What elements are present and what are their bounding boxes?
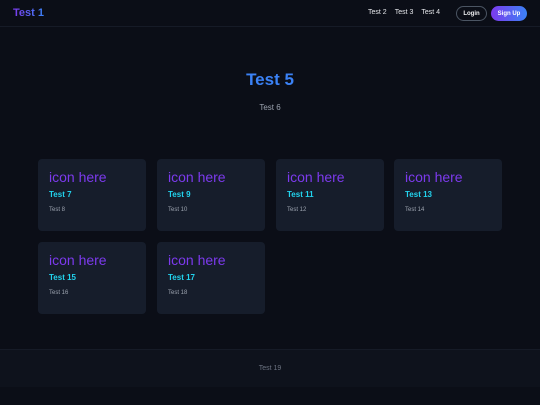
hero-subtitle: Test 6 [259, 103, 281, 112]
feature-icon-placeholder: icon here [168, 169, 226, 185]
feature-icon-placeholder: icon here [49, 252, 107, 268]
nav-link-1[interactable]: Test 2 [368, 9, 387, 16]
feature-icon-placeholder: icon here [49, 169, 107, 185]
feature-description: Test 12 [287, 207, 307, 213]
feature-icon-placeholder: icon here [287, 169, 345, 185]
feature-card: icon here Test 11 Test 12 [276, 159, 384, 231]
feature-card: icon here Test 15 Test 16 [38, 242, 146, 314]
page: Test 1 Test 2 Test 3 Test 4 Login Sign U… [0, 0, 540, 405]
feature-card: icon here Test 17 Test 18 [157, 242, 265, 314]
logo[interactable]: Test 1 [13, 7, 44, 19]
feature-description: Test 18 [168, 290, 188, 296]
feature-description: Test 10 [168, 207, 188, 213]
navbar: Test 1 Test 2 Test 3 Test 4 Login Sign U… [0, 0, 540, 27]
feature-title: Test 13 [405, 190, 432, 199]
feature-icon-placeholder: icon here [168, 252, 226, 268]
login-button[interactable]: Login [456, 6, 487, 21]
feature-card: icon here Test 7 Test 8 [38, 159, 146, 231]
feature-title: Test 9 [168, 190, 191, 199]
hero-title: Test 5 [246, 70, 294, 89]
feature-description: Test 8 [49, 207, 66, 213]
signup-button[interactable]: Sign Up [491, 6, 527, 21]
feature-description: Test 16 [49, 290, 69, 296]
nav-link-2[interactable]: Test 3 [395, 9, 414, 16]
footer-text: Test 19 [258, 365, 282, 372]
feature-description: Test 14 [405, 207, 425, 213]
feature-title: Test 7 [49, 190, 72, 199]
footer: Test 19 [0, 349, 540, 387]
nav-links: Test 2 Test 3 Test 4 [368, 9, 440, 16]
nav-link-3[interactable]: Test 4 [421, 9, 440, 16]
feature-card: icon here Test 13 Test 14 [394, 159, 502, 231]
feature-title: Test 17 [168, 273, 195, 282]
feature-title: Test 11 [287, 190, 314, 199]
feature-icon-placeholder: icon here [405, 169, 463, 185]
feature-title: Test 15 [49, 273, 76, 282]
feature-card: icon here Test 9 Test 10 [157, 159, 265, 231]
